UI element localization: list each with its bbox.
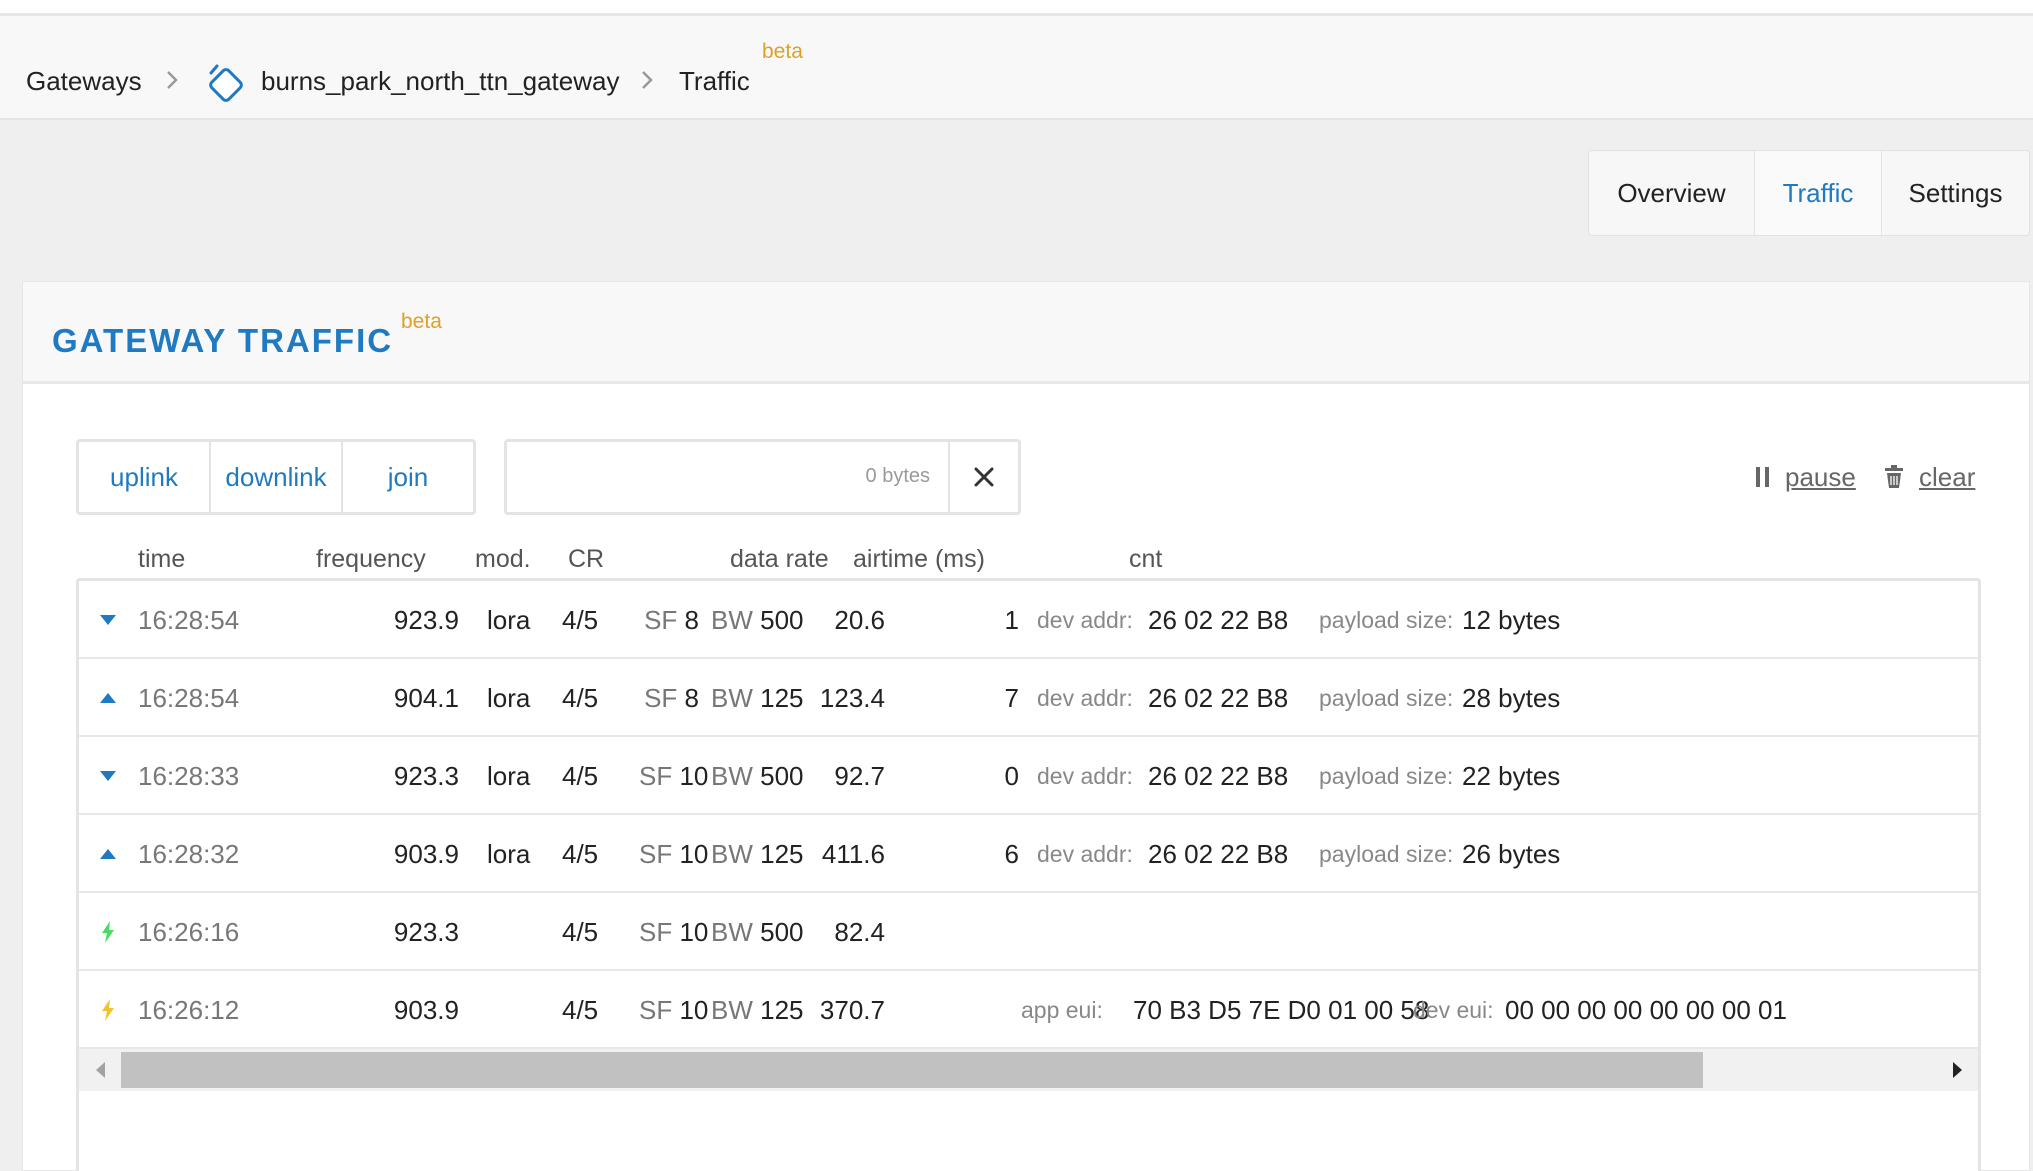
triangle-up-icon (100, 693, 116, 703)
close-icon (974, 467, 994, 487)
scrollbar-thumb[interactable] (121, 1052, 1703, 1088)
tab-settings[interactable]: Settings (1882, 151, 2029, 235)
filter-uplink-button[interactable]: uplink (79, 442, 211, 512)
gateway-icon (209, 64, 243, 102)
beta-badge: beta (401, 310, 442, 333)
column-header-airtime: airtime (ms) (853, 545, 985, 573)
filter-downlink-button[interactable]: downlink (211, 442, 343, 512)
table-row[interactable]: 16:28:33 923.3 lora 4/5 SF 10 BW 500 92.… (79, 737, 1978, 815)
breadcrumb-current-page: Traffic (679, 66, 750, 96)
lightning-icon (102, 999, 114, 1021)
table-row[interactable]: 16:28:32 903.9 lora 4/5 SF 10 BW 125 411… (79, 815, 1978, 893)
table-row[interactable]: 16:28:54 923.9 lora 4/5 SF 8 BW 500 20.6… (79, 581, 1978, 659)
clear-filter-button[interactable] (948, 442, 1018, 512)
gateway-tabs: Overview Traffic Settings (1588, 150, 2030, 236)
breadcrumb-gateway-link[interactable]: burns_park_north_ttn_gateway (261, 66, 619, 97)
payload-byte-count: 0 bytes (865, 465, 930, 487)
traffic-table: 16:28:54 923.9 lora 4/5 SF 8 BW 500 20.6… (76, 578, 1981, 1171)
tab-traffic[interactable]: Traffic (1755, 151, 1882, 235)
table-row[interactable]: 16:26:16 923.3 4/5 SF 10 BW 500 82.4 (79, 893, 1978, 971)
payload-filter: 0 bytes (504, 439, 1021, 515)
column-header-mod: mod. (475, 545, 531, 573)
pause-button[interactable]: pause (1785, 462, 1856, 493)
tab-overview[interactable]: Overview (1589, 151, 1755, 235)
pause-icon (1756, 467, 1769, 487)
clear-button[interactable]: clear (1919, 462, 1975, 493)
horizontal-scrollbar[interactable] (79, 1049, 1978, 1091)
column-header-frequency: frequency (316, 545, 426, 573)
filter-join-button[interactable]: join (343, 442, 473, 512)
scroll-left-icon[interactable] (93, 1061, 109, 1079)
triangle-down-icon (100, 615, 116, 625)
top-header-stripe (0, 0, 2033, 16)
column-header-data-rate: data rate (730, 545, 829, 573)
column-header-cr: CR (568, 545, 605, 573)
table-row[interactable]: 16:28:54 904.1 lora 4/5 SF 8 BW 125 123.… (79, 659, 1978, 737)
triangle-up-icon (100, 849, 116, 859)
triangle-down-icon (100, 771, 116, 781)
card-header: GATEWAY TRAFFIC beta (23, 282, 2029, 384)
scroll-right-icon[interactable] (1949, 1061, 1965, 1079)
breadcrumb-gateways-link[interactable]: Gateways (26, 66, 142, 97)
trash-icon (1885, 465, 1903, 488)
traffic-filter-group: uplink downlink join (76, 439, 476, 515)
chevron-right-icon (642, 71, 653, 89)
breadcrumb: Gateways burns_park_north_ttn_gateway Tr… (0, 16, 2033, 120)
lightning-icon (102, 921, 114, 943)
beta-badge: beta (762, 40, 803, 63)
table-row[interactable]: 16:26:12 903.9 4/5 SF 10 BW 125 370.7 ap… (79, 971, 1978, 1049)
column-header-cnt: cnt (1129, 545, 1163, 573)
chevron-right-icon (167, 71, 178, 89)
card-title: GATEWAY TRAFFIC (52, 322, 394, 359)
column-header-time: time (138, 545, 186, 573)
gateway-traffic-card: GATEWAY TRAFFIC beta uplink downlink joi… (22, 281, 2030, 1171)
